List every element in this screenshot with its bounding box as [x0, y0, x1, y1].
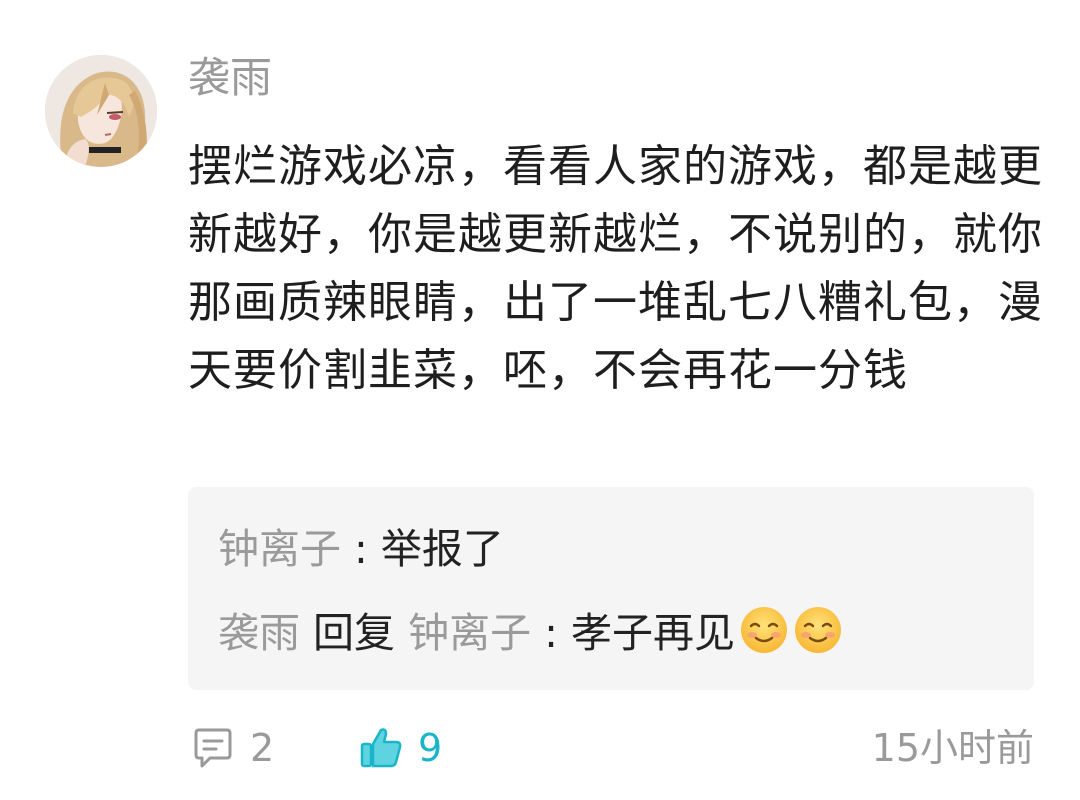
reply-text: 孝子再见 — [570, 609, 735, 657]
avatar[interactable] — [45, 55, 157, 167]
comment-count: 2 — [250, 726, 275, 770]
smiling-face-emoji-icon — [794, 607, 841, 653]
like-count: 9 — [418, 726, 443, 770]
reply-separator: : — [531, 609, 571, 657]
username[interactable]: 袭雨 — [188, 50, 272, 106]
reply-button[interactable]: 2 — [190, 718, 274, 778]
comment-footer: 2 9 15小时前 — [0, 718, 1080, 778]
smiling-face-emoji-icon — [740, 607, 787, 653]
comment-bubble-icon — [194, 728, 232, 768]
reply-author[interactable]: 钟离子 — [218, 525, 341, 573]
reply-item[interactable]: 钟离子 : 举报了 — [218, 521, 504, 577]
like-button[interactable]: 9 — [358, 718, 442, 778]
comment-card: 袭雨 摆烂游戏必凉，看看人家的游戏，都是越更新越好，你是越更新越烂，不说别的，就… — [0, 0, 1080, 800]
thumbs-up-icon — [360, 728, 402, 768]
comment-text: 摆烂游戏必凉，看看人家的游戏，都是越更新越好，你是越更新越烂，不说别的，就你那画… — [188, 141, 1043, 396]
reply-target[interactable]: 钟离子 — [408, 609, 531, 657]
anime-girl-avatar-icon — [45, 55, 157, 167]
reply-author[interactable]: 袭雨 — [218, 609, 300, 657]
reply-item[interactable]: 袭雨 回复 钟离子 : 孝子再见 — [218, 605, 843, 661]
reply-separator: : — [341, 525, 381, 573]
reply-word: 回复 — [300, 609, 409, 657]
timestamp: 15小时前 — [871, 726, 1034, 770]
reply-text: 举报了 — [380, 525, 504, 573]
